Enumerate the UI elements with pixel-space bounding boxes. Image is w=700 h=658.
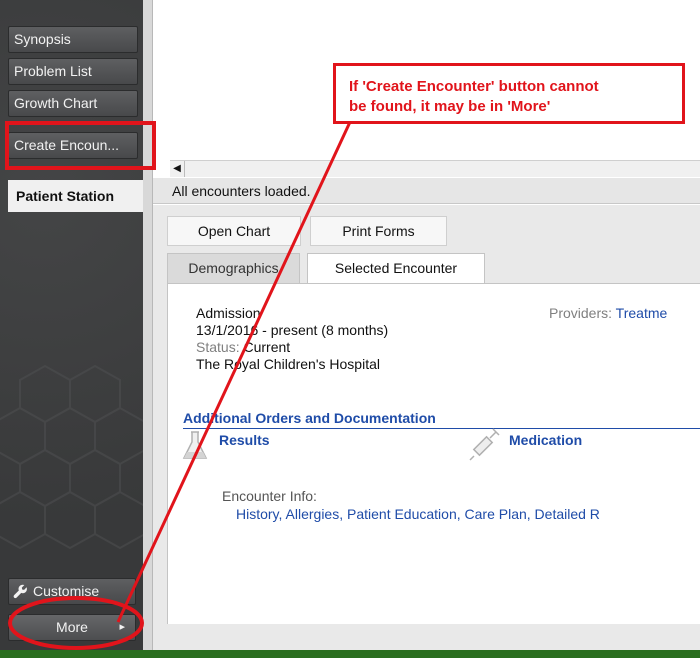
encounter-type: Admission — [196, 305, 261, 321]
print-forms-button[interactable]: Print Forms — [310, 216, 447, 246]
customise-button[interactable]: Customise — [8, 578, 136, 605]
results-link[interactable]: Results — [219, 432, 270, 448]
sidebar-item-synopsis[interactable]: Synopsis — [8, 26, 138, 53]
sidebar-item-growth-chart[interactable]: Growth Chart — [8, 90, 138, 117]
annotation-callout: If 'Create Encounter' button cannot be f… — [333, 63, 685, 124]
chevron-right-icon: ▸ — [119, 621, 125, 633]
footer-bar — [0, 650, 700, 658]
sidebar: Synopsis Problem List Growth Chart Creat… — [0, 0, 143, 650]
more-button[interactable]: More ▸ — [8, 614, 136, 641]
hexagon-pattern — [0, 364, 143, 550]
create-encounter-highlight — [5, 121, 156, 170]
encounter-info-label: Encounter Info: — [222, 488, 317, 504]
orders-underline — [183, 428, 700, 429]
status-label: Status: — [196, 339, 240, 355]
sidebar-item-patient-station[interactable]: Patient Station — [8, 180, 143, 212]
scroll-left-icon[interactable]: ◀ — [170, 161, 185, 177]
tab-selected-encounter[interactable]: Selected Encounter — [307, 253, 485, 284]
medication-link[interactable]: Medication — [509, 432, 582, 448]
open-chart-button[interactable]: Open Chart — [167, 216, 301, 246]
syringe-icon — [469, 428, 500, 461]
providers-link[interactable]: Treatme — [616, 305, 668, 321]
encounter-info-links[interactable]: History, Allergies, Patient Education, C… — [236, 506, 600, 522]
encounter-status: Status: Current — [196, 339, 290, 355]
providers-label: Providers: — [549, 305, 613, 321]
encounter-providers: Providers: Treatme — [549, 305, 667, 321]
orders-heading[interactable]: Additional Orders and Documentation — [183, 410, 436, 426]
flask-icon — [182, 431, 208, 459]
customise-label: Customise — [33, 583, 100, 599]
encounter-dates: 13/1/2016 - present (8 months) — [196, 322, 389, 338]
wrench-icon — [13, 584, 27, 599]
tab-demographics[interactable]: Demographics — [167, 253, 300, 283]
pane-divider[interactable] — [143, 0, 153, 650]
annotation-text: If 'Create Encounter' button cannot be f… — [349, 78, 599, 115]
horizontal-scrollbar[interactable]: ◀ — [170, 160, 700, 177]
status-value: Current — [243, 339, 291, 355]
status-bar: All encounters loaded. — [153, 178, 700, 204]
encounter-hospital: The Royal Children's Hospital — [196, 356, 380, 372]
sidebar-item-problem-list[interactable]: Problem List — [8, 58, 138, 85]
more-label: More — [56, 619, 88, 635]
